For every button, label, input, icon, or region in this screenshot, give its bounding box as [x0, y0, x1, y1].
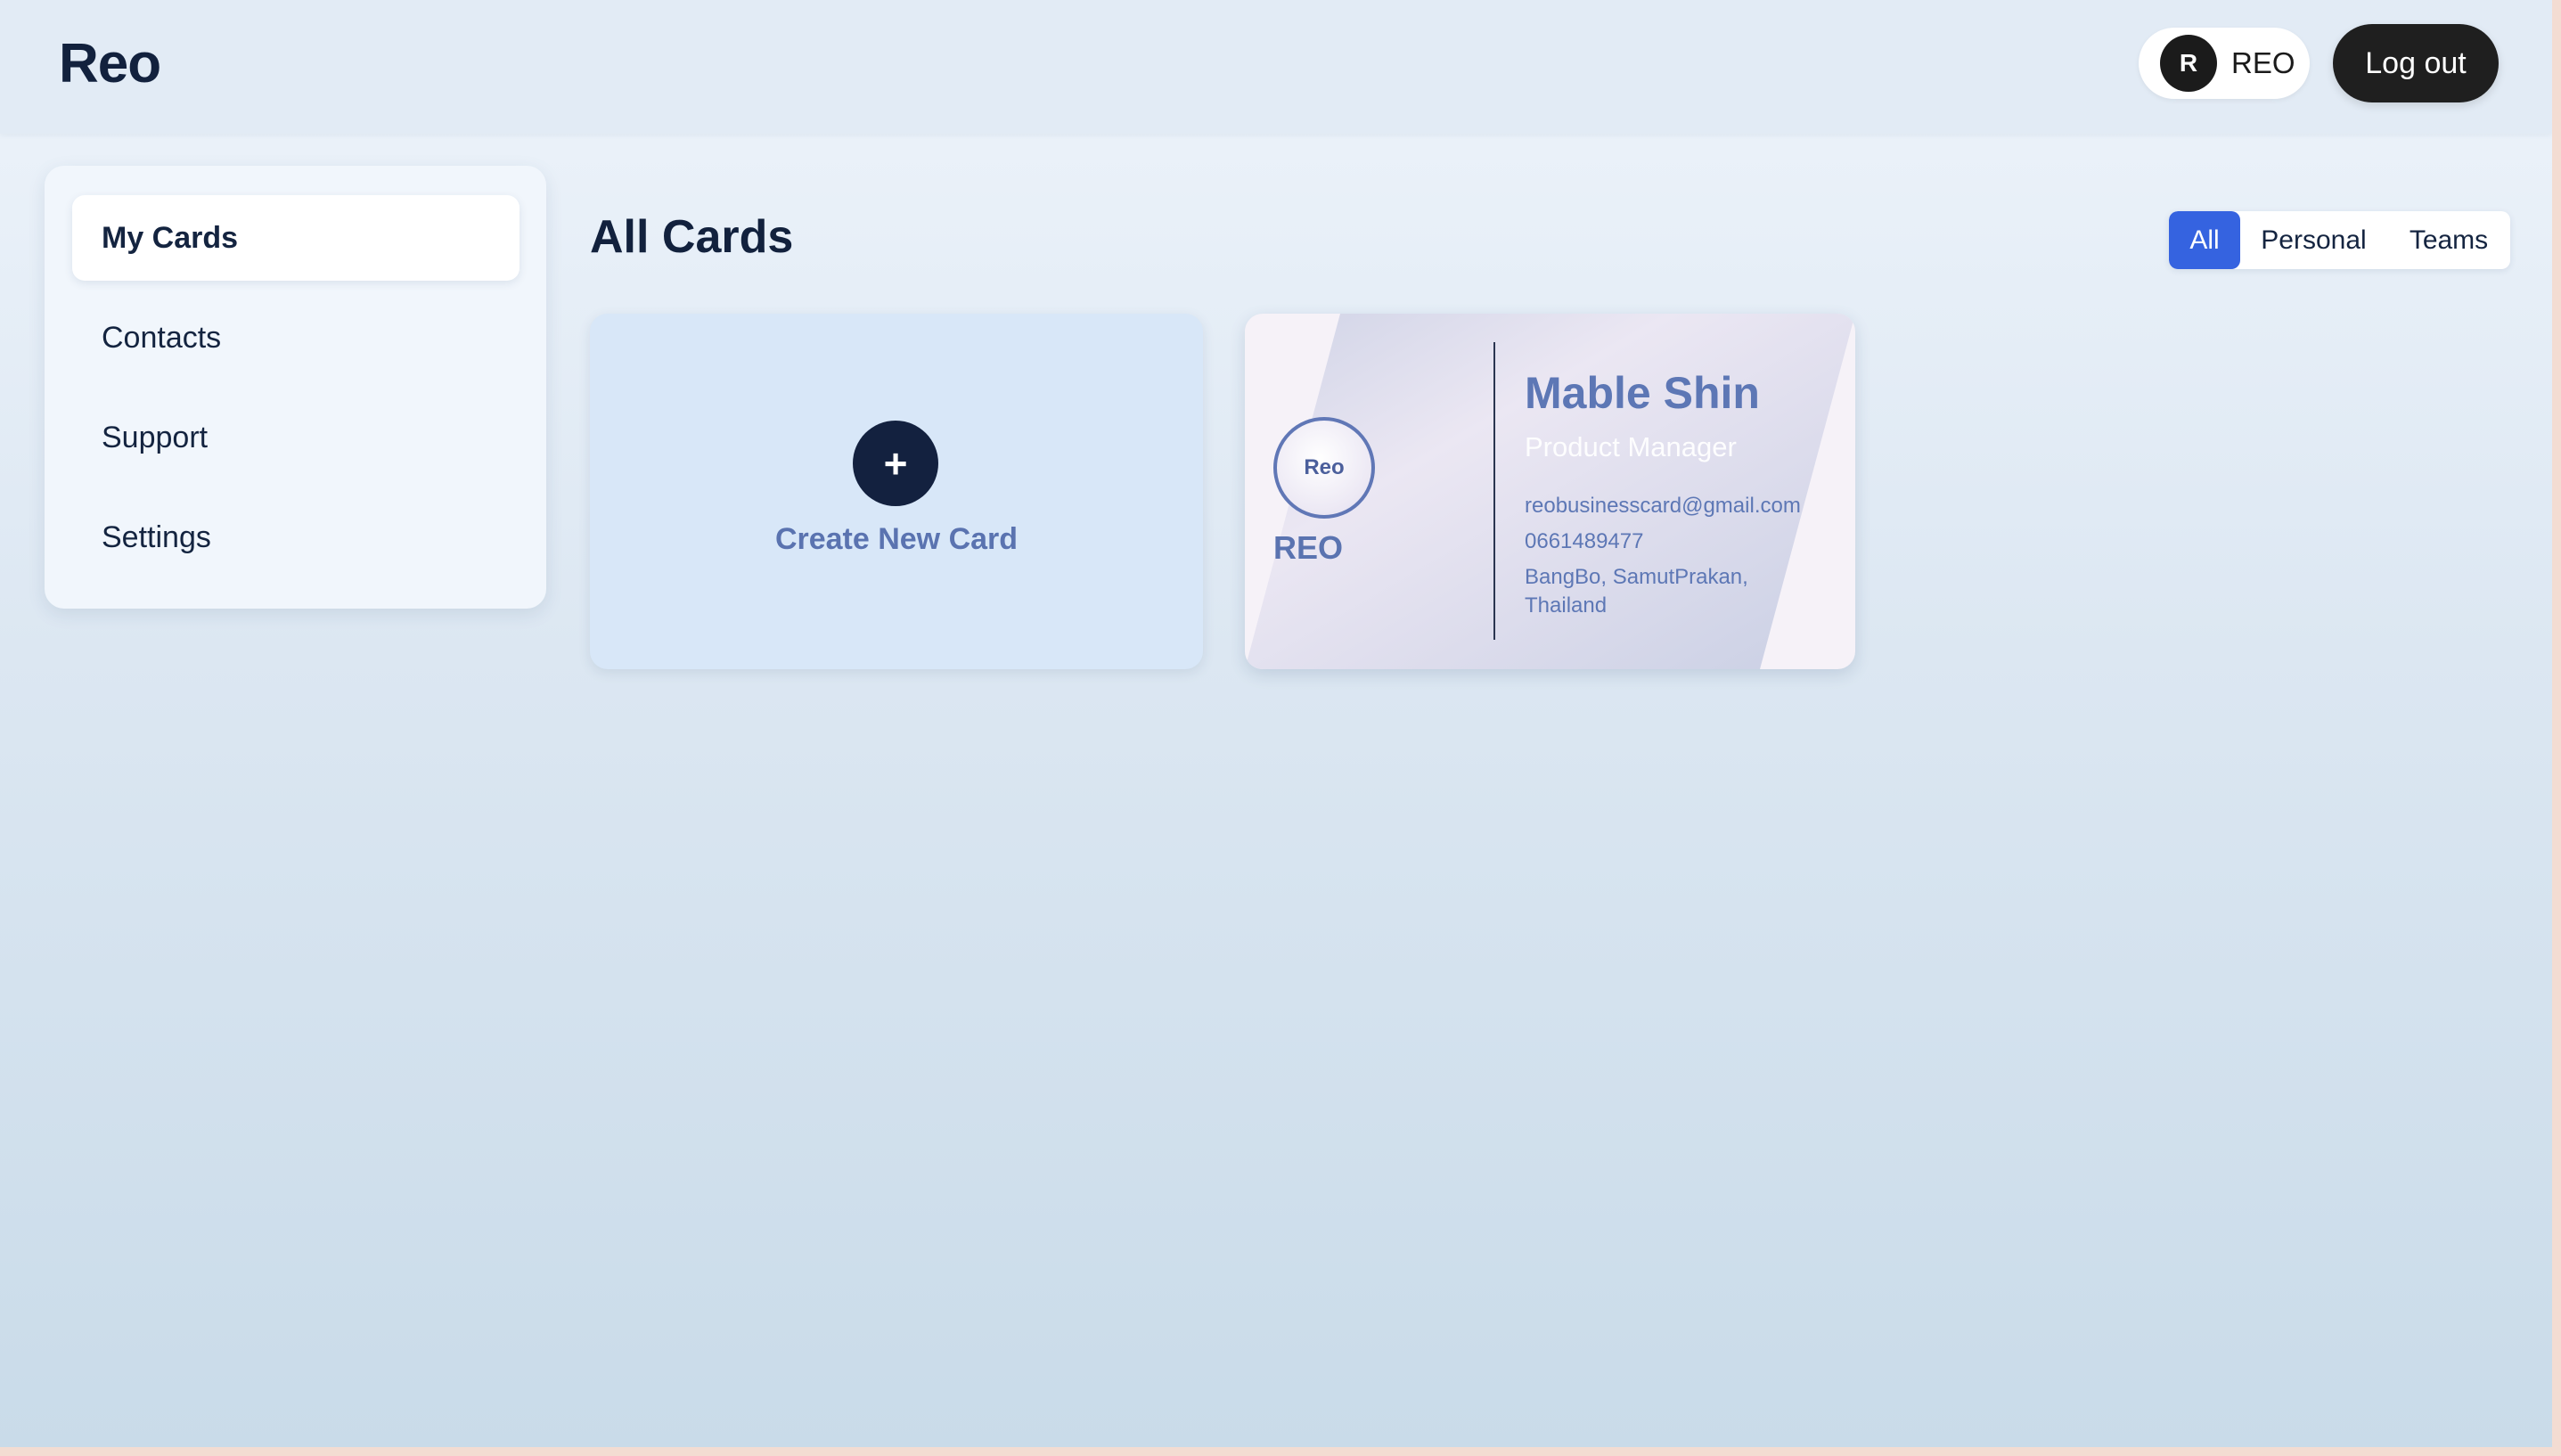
create-new-card-button[interactable]: + Create New Card: [590, 314, 1203, 669]
sidebar: My Cards Contacts Support Settings: [45, 166, 546, 609]
top-header: Reo R REO Log out: [0, 0, 2552, 134]
card-filter-tabs: All Personal Teams: [2169, 211, 2510, 269]
plus-icon: +: [853, 421, 938, 506]
sidebar-item-label: Support: [102, 420, 209, 454]
sidebar-item-settings[interactable]: Settings: [72, 495, 520, 580]
sidebar-item-label: Contacts: [102, 320, 222, 355]
sidebar-item-contacts[interactable]: Contacts: [72, 295, 520, 380]
brand-logo[interactable]: Reo: [59, 32, 161, 95]
card-address: BangBo, SamutPrakan, Thailand: [1525, 565, 1748, 618]
card-person-name: Mable Shin: [1525, 368, 1760, 418]
app-window: Reo R REO Log out My Cards Contacts Supp…: [0, 0, 2552, 1447]
avatar: R: [2160, 35, 2217, 92]
user-menu[interactable]: R REO: [2139, 28, 2310, 99]
logout-button[interactable]: Log out: [2333, 24, 2499, 102]
card-phone: 0661489477: [1525, 529, 1644, 553]
create-card-label: Create New Card: [774, 522, 1019, 556]
sidebar-item-label: My Cards: [102, 220, 239, 255]
sidebar-item-my-cards[interactable]: My Cards: [72, 195, 520, 281]
user-name: REO: [2231, 46, 2295, 79]
tab-personal[interactable]: Personal: [2240, 211, 2387, 269]
business-card[interactable]: Reo REO Mable Shin Product Manager reobu…: [1245, 314, 1855, 669]
card-person-role: Product Manager: [1525, 431, 1737, 462]
card-divider: [1493, 342, 1495, 640]
sidebar-item-support[interactable]: Support: [72, 395, 520, 480]
tab-all[interactable]: All: [2169, 211, 2240, 269]
tab-teams[interactable]: Teams: [2387, 211, 2510, 269]
page-title: All Cards: [590, 211, 794, 263]
company-name: REO: [1273, 529, 1344, 566]
company-logo: Reo: [1273, 417, 1375, 519]
sidebar-item-label: Settings: [102, 519, 211, 554]
card-email: reobusinesscard@gmail.com: [1525, 494, 1801, 518]
